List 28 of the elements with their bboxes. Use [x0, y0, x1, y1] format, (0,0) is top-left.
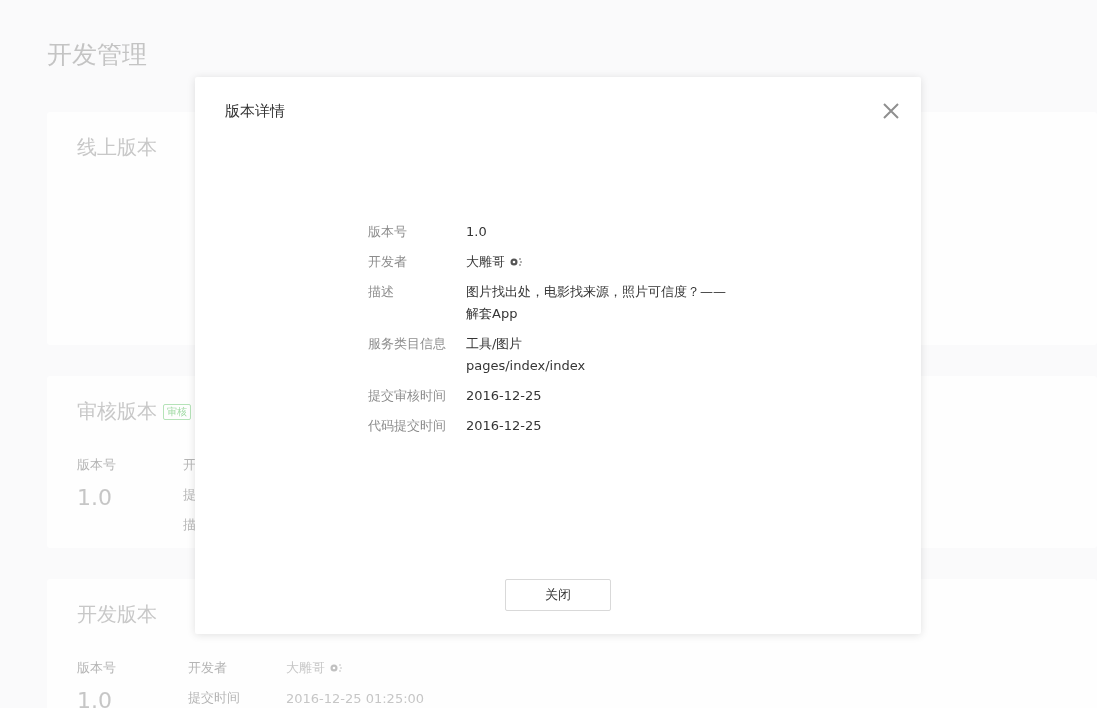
field-label: 开发者: [188, 659, 228, 677]
field-label: 提: [183, 486, 197, 504]
detail-value: pages/index/index: [466, 357, 586, 375]
detail-value: 解套App: [466, 305, 519, 323]
detail-label: 代码提交时间: [368, 417, 447, 435]
detail-value: 2016-12-25: [466, 387, 542, 405]
close-dialog-button[interactable]: 关闭: [505, 579, 611, 611]
detail-label: 提交审核时间: [368, 387, 447, 405]
detail-label: 描述: [368, 283, 395, 301]
dialog-title: 版本详情: [225, 101, 285, 121]
field-label: 开: [183, 456, 197, 474]
detail-value: 图片找出处，电影找来源，照片可信度？——: [466, 283, 726, 301]
field-value: 2016-12-25 01:25:00: [286, 690, 425, 706]
detail-value: 工具/图片: [466, 335, 524, 353]
version-number: 1.0: [77, 485, 113, 511]
detail-value: 大雕哥: [466, 251, 523, 273]
field-label: 版本号: [77, 456, 117, 474]
status-badge: 审核: [163, 403, 191, 420]
field-label: 版本号: [77, 659, 117, 677]
version-number: 1.0: [77, 688, 113, 708]
field-label: 提交时间: [188, 689, 241, 707]
detail-label: 版本号: [368, 223, 408, 241]
detail-label: 服务类目信息: [368, 335, 447, 353]
field-label: 描: [183, 516, 197, 534]
close-button[interactable]: [881, 101, 901, 121]
detail-value: 2016-12-25: [466, 417, 542, 435]
detail-label: 开发者: [368, 253, 408, 271]
detail-value: 1.0: [466, 223, 487, 241]
